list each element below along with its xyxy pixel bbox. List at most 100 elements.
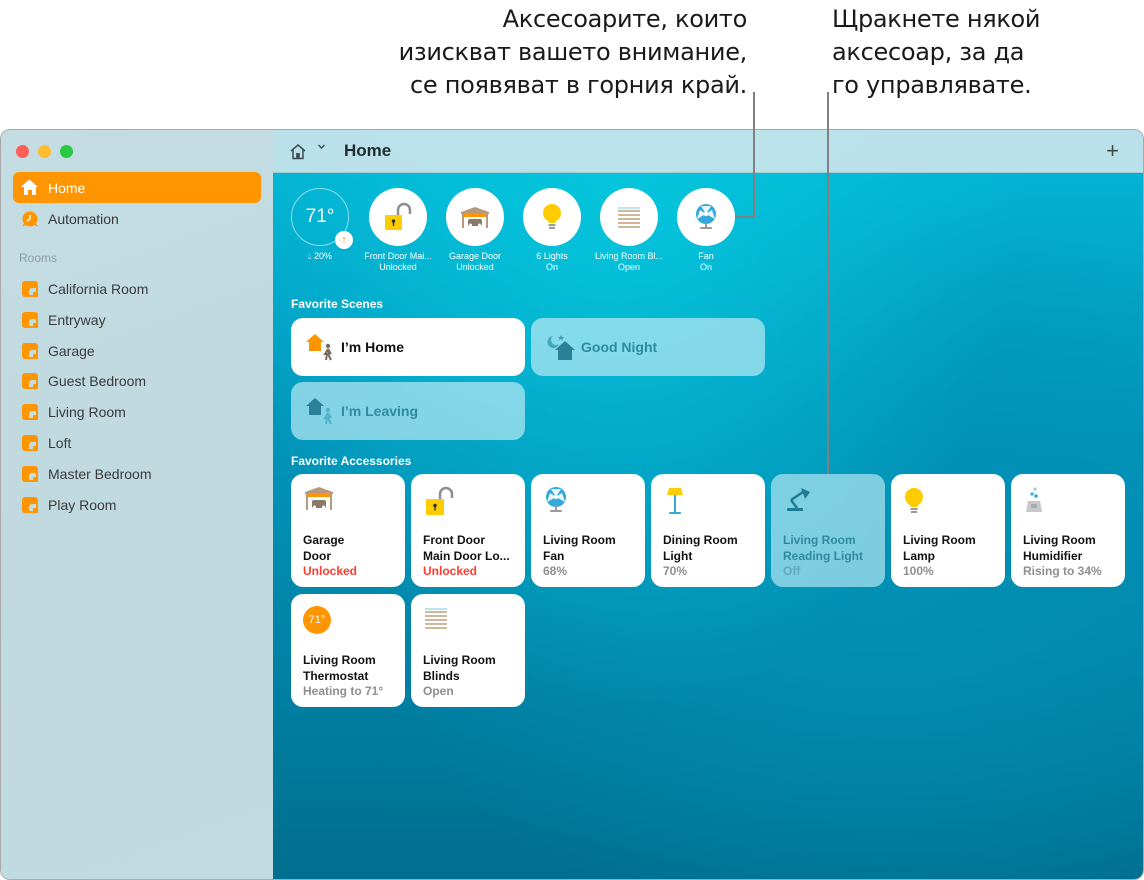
accessory-status: Rising to 34% (1023, 564, 1102, 578)
arrow-up-icon: ↑ (335, 231, 353, 249)
sidebar-item-home[interactable]: Home (13, 172, 261, 203)
scene-label: Good Night (581, 339, 658, 355)
humidity-value: 20% (314, 251, 333, 261)
accessory-status: Open (423, 684, 454, 698)
night-house-icon (545, 332, 579, 362)
fan-icon (696, 204, 716, 229)
sidebar-item-label: Automation (48, 210, 119, 227)
status-state: On (699, 262, 712, 272)
status-state: Open (617, 262, 641, 272)
accessory-status: Unlocked (303, 564, 358, 578)
rooms-heading: Rooms (19, 251, 58, 265)
garage-icon (303, 486, 335, 518)
blinds-icon (618, 207, 640, 228)
callout-line-text: Аксесоарите, които (502, 5, 748, 33)
sidebar-item-label: Living Room (48, 403, 126, 420)
accessory-garage-door[interactable]: Garage Door Unlocked (291, 474, 405, 587)
lightbulb-icon (543, 204, 561, 229)
room-icon (22, 434, 38, 451)
scene-label: I’m Leaving (341, 403, 419, 419)
status-name: Fan (698, 251, 714, 261)
accessory-living-room-reading-light[interactable]: Living Room Reading Light Off (771, 474, 885, 587)
temperature-value: 71° (305, 206, 335, 227)
accessory-name: Living Room Thermostat (303, 653, 376, 683)
callout-leader-line (735, 216, 755, 218)
room-icon (22, 280, 38, 297)
sidebar-item-garage[interactable]: Garage (13, 335, 261, 366)
minimize-window-button[interactable] (38, 145, 51, 158)
home-app-window: Home Automation Rooms California Room En… (0, 129, 1144, 880)
humidifier-icon (1023, 486, 1055, 518)
accessory-name: Living Room Reading Light (783, 533, 863, 563)
room-icon (22, 465, 38, 482)
status-name: Front Door Mai... (364, 251, 432, 261)
main-content: Home + 71° ↑ 💧︎ 20% Front Door Mai... Unl… (273, 130, 1143, 879)
status-name: Garage Door (448, 251, 502, 261)
scene-im-leaving[interactable]: I’m Leaving (291, 382, 525, 440)
accessory-status: 70% (663, 564, 688, 578)
accessory-living-room-thermostat[interactable]: 71° Living Room Thermostat Heating to 71° (291, 594, 405, 707)
status-living-room-blinds[interactable]: Living Room Bl... Open (590, 188, 668, 273)
status-lights[interactable]: 6 Lights On (513, 188, 591, 273)
sidebar-item-play-room[interactable]: Play Room (13, 489, 261, 520)
climate-status[interactable]: 71° ↑ 💧︎ 20% (281, 188, 359, 262)
sidebar-item-master-bedroom[interactable]: Master Bedroom (13, 458, 261, 489)
accessory-front-door-lock[interactable]: Front Door Main Door Lo... Unlocked (411, 474, 525, 587)
scene-label: I’m Home (341, 339, 405, 355)
house-icon (21, 179, 39, 197)
accessory-living-room-fan[interactable]: Living Room Fan 68% (531, 474, 645, 587)
status-state: Unlocked (456, 262, 494, 272)
callout-leader-line (827, 92, 829, 474)
sidebar-item-automation[interactable]: Automation (13, 203, 261, 234)
status-name: 6 Lights (536, 251, 568, 261)
house-outline-icon[interactable] (289, 143, 307, 161)
garage-icon (461, 207, 489, 228)
sidebar-item-entryway[interactable]: Entryway (13, 304, 261, 335)
callout-line-text: Щракнете някой (832, 5, 1041, 33)
humidity-label: 💧︎ 20% (281, 251, 359, 262)
accessory-status: Off (783, 564, 801, 578)
thermostat-icon: 71° (303, 606, 335, 638)
add-button[interactable]: + (1106, 138, 1119, 164)
sidebar-item-label: Entryway (48, 311, 106, 328)
accessory-status: Unlocked (423, 564, 478, 578)
chevron-down-icon[interactable] (317, 142, 326, 154)
room-icon (22, 496, 38, 513)
sidebar-item-label: Master Bedroom (48, 465, 152, 482)
sidebar-item-living-room[interactable]: Living Room (13, 396, 261, 427)
favorite-accessories-heading: Favorite Accessories (291, 454, 412, 468)
accessory-status: 68% (543, 564, 568, 578)
zoom-window-button[interactable] (60, 145, 73, 158)
sidebar-item-label: California Room (48, 280, 149, 297)
close-window-button[interactable] (16, 145, 29, 158)
status-front-door[interactable]: Front Door Mai... Unlocked (359, 188, 437, 273)
callout-line-text: го управлявате. (832, 71, 1032, 99)
status-fan[interactable]: Fan On (667, 188, 745, 273)
sidebar: Home Automation Rooms California Room En… (1, 130, 273, 879)
leave-home-icon (305, 396, 339, 426)
status-garage-door[interactable]: Garage Door Unlocked (436, 188, 514, 273)
sidebar-item-guest-bedroom[interactable]: Guest Bedroom (13, 365, 261, 396)
droplet-icon: 💧︎ (307, 251, 312, 261)
temperature-circle: 71° ↑ (291, 188, 353, 249)
accessory-living-room-blinds[interactable]: Living Room Blinds Open (411, 594, 525, 707)
accessory-dining-room-light[interactable]: Dining Room Light 70% (651, 474, 765, 587)
callout-leader-line (753, 92, 755, 218)
accessory-living-room-humidifier[interactable]: Living Room Humidifier Rising to 34% (1011, 474, 1125, 587)
room-icon (22, 342, 38, 359)
scene-im-home[interactable]: I’m Home (291, 318, 525, 376)
sidebar-item-label: Garage (48, 342, 95, 359)
accessory-status: Heating to 71° (303, 684, 384, 698)
room-icon (22, 311, 38, 328)
callout-attention: Аксесоарите, които изискват вашето внима… (399, 3, 748, 102)
accessory-name: Living Room Humidifier (1023, 533, 1096, 563)
accessory-name: Dining Room Light (663, 533, 738, 563)
sidebar-item-california-room[interactable]: California Room (13, 273, 261, 304)
sidebar-item-label: Home (48, 179, 86, 196)
scene-good-night[interactable]: Good Night (531, 318, 765, 376)
accessory-name: Garage Door (303, 533, 345, 563)
sidebar-item-loft[interactable]: Loft (13, 427, 261, 458)
lightbulb-icon (903, 486, 935, 518)
clock-icon (21, 210, 39, 228)
accessory-living-room-lamp[interactable]: Living Room Lamp 100% (891, 474, 1005, 587)
